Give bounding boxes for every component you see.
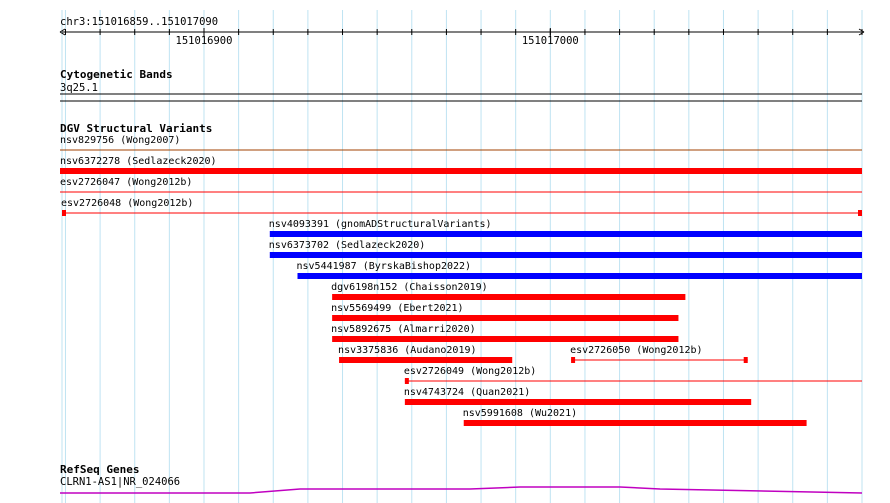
genome-browser-view: chr3:151016859..151017090 151016900 15101… (59, 10, 865, 503)
variant-label: esv2726047 (Wong2012b) (60, 177, 192, 188)
variant-feature[interactable]: nsv5569499 (Ebert2021) (331, 303, 679, 321)
variant-start-cap (404, 378, 409, 384)
variant-label: esv2726048 (Wong2012b) (61, 198, 193, 209)
variant-label: nsv5991608 (Wu2021) (463, 408, 577, 419)
variant-label: nsv6372278 (Sedlazeck2020) (60, 156, 217, 167)
variant-feature[interactable]: esv2726050 (Wong2012b) (570, 345, 748, 363)
variant-feature[interactable]: esv2726049 (Wong2012b) (404, 366, 862, 384)
variant-label: nsv4093391 (gnomADStructuralVariants) (269, 219, 492, 230)
refseq-gene-label: CLRN1-AS1|NR_024066 (60, 476, 180, 488)
refseq-track[interactable]: RefSeq Genes CLRN1-AS1|NR_024066 (60, 463, 863, 494)
variant-label: dgv6198n152 (Chaisson2019) (331, 282, 488, 293)
variant-feature[interactable]: esv2726047 (Wong2012b) (60, 177, 862, 193)
ruler-tick-label: 151016900 (176, 35, 233, 47)
refseq-track-title: RefSeq Genes (60, 463, 139, 476)
variant-bar[interactable] (332, 336, 679, 342)
variant-end-cap (858, 210, 862, 216)
variant-feature[interactable]: nsv6373702 (Sedlazeck2020) (269, 240, 862, 258)
variant-feature[interactable]: nsv3375836 (Audano2019) (338, 345, 513, 363)
variant-bar[interactable] (404, 399, 752, 405)
variant-bar[interactable] (269, 252, 862, 258)
variant-start-cap (571, 357, 576, 363)
variant-label: nsv3375836 (Audano2019) (338, 345, 476, 356)
refseq-gene-intron-line[interactable] (60, 486, 863, 494)
variant-label: esv2726049 (Wong2012b) (404, 366, 536, 377)
variant-bar[interactable] (463, 420, 807, 426)
variant-label: nsv5569499 (Ebert2021) (331, 303, 463, 314)
variant-start-cap (62, 210, 66, 216)
region-label: chr3:151016859..151017090 (60, 16, 218, 28)
variant-label: nsv6373702 (Sedlazeck2020) (269, 240, 426, 251)
variant-bar[interactable] (339, 357, 513, 363)
cytoband-track[interactable]: Cytogenetic Bands 3q25.1 (60, 68, 862, 102)
cytoband-label: 3q25.1 (60, 82, 98, 94)
variant-label: nsv5441987 (ByrskaBishop2022) (296, 261, 471, 272)
ruler-tick-label: 151017000 (522, 35, 579, 47)
variant-bar[interactable] (269, 231, 862, 237)
ruler[interactable]: chr3:151016859..151017090 151016900 15101… (59, 16, 865, 47)
dgv-track[interactable]: DGV Structural Variants nsv829756 (Wong2… (60, 122, 863, 426)
variant-feature[interactable]: nsv5441987 (ByrskaBishop2022) (296, 261, 863, 279)
variant-bar[interactable] (60, 168, 862, 174)
variant-label: esv2726050 (Wong2012b) (570, 345, 702, 356)
variant-feature[interactable]: esv2726048 (Wong2012b) (61, 198, 862, 216)
variant-label: nsv5892675 (Almarri2020) (331, 324, 476, 335)
variant-bar[interactable] (297, 273, 863, 279)
variant-feature[interactable]: nsv6372278 (Sedlazeck2020) (60, 156, 862, 174)
variant-feature[interactable]: nsv5991608 (Wu2021) (463, 408, 807, 426)
variant-feature[interactable]: nsv4743724 (Quan2021) (404, 387, 752, 405)
variant-label: nsv4743724 (Quan2021) (404, 387, 530, 398)
variant-feature[interactable]: nsv4093391 (gnomADStructuralVariants) (269, 219, 862, 237)
variant-feature[interactable]: nsv5892675 (Almarri2020) (331, 324, 679, 342)
variant-list: nsv829756 (Wong2007) nsv6372278 (Sedlazec… (60, 135, 863, 426)
cytoband-track-title: Cytogenetic Bands (60, 68, 173, 81)
ruler-ticks: 151016900 151017000 (64, 28, 863, 47)
variant-bar[interactable] (332, 294, 686, 300)
variant-label: nsv829756 (Wong2007) (60, 135, 180, 146)
variant-bar[interactable] (332, 315, 679, 321)
dgv-track-title: DGV Structural Variants (60, 122, 212, 135)
variant-feature[interactable]: dgv6198n152 (Chaisson2019) (331, 282, 686, 300)
variant-feature[interactable]: nsv829756 (Wong2007) (60, 135, 862, 151)
variant-end-cap (743, 357, 748, 363)
